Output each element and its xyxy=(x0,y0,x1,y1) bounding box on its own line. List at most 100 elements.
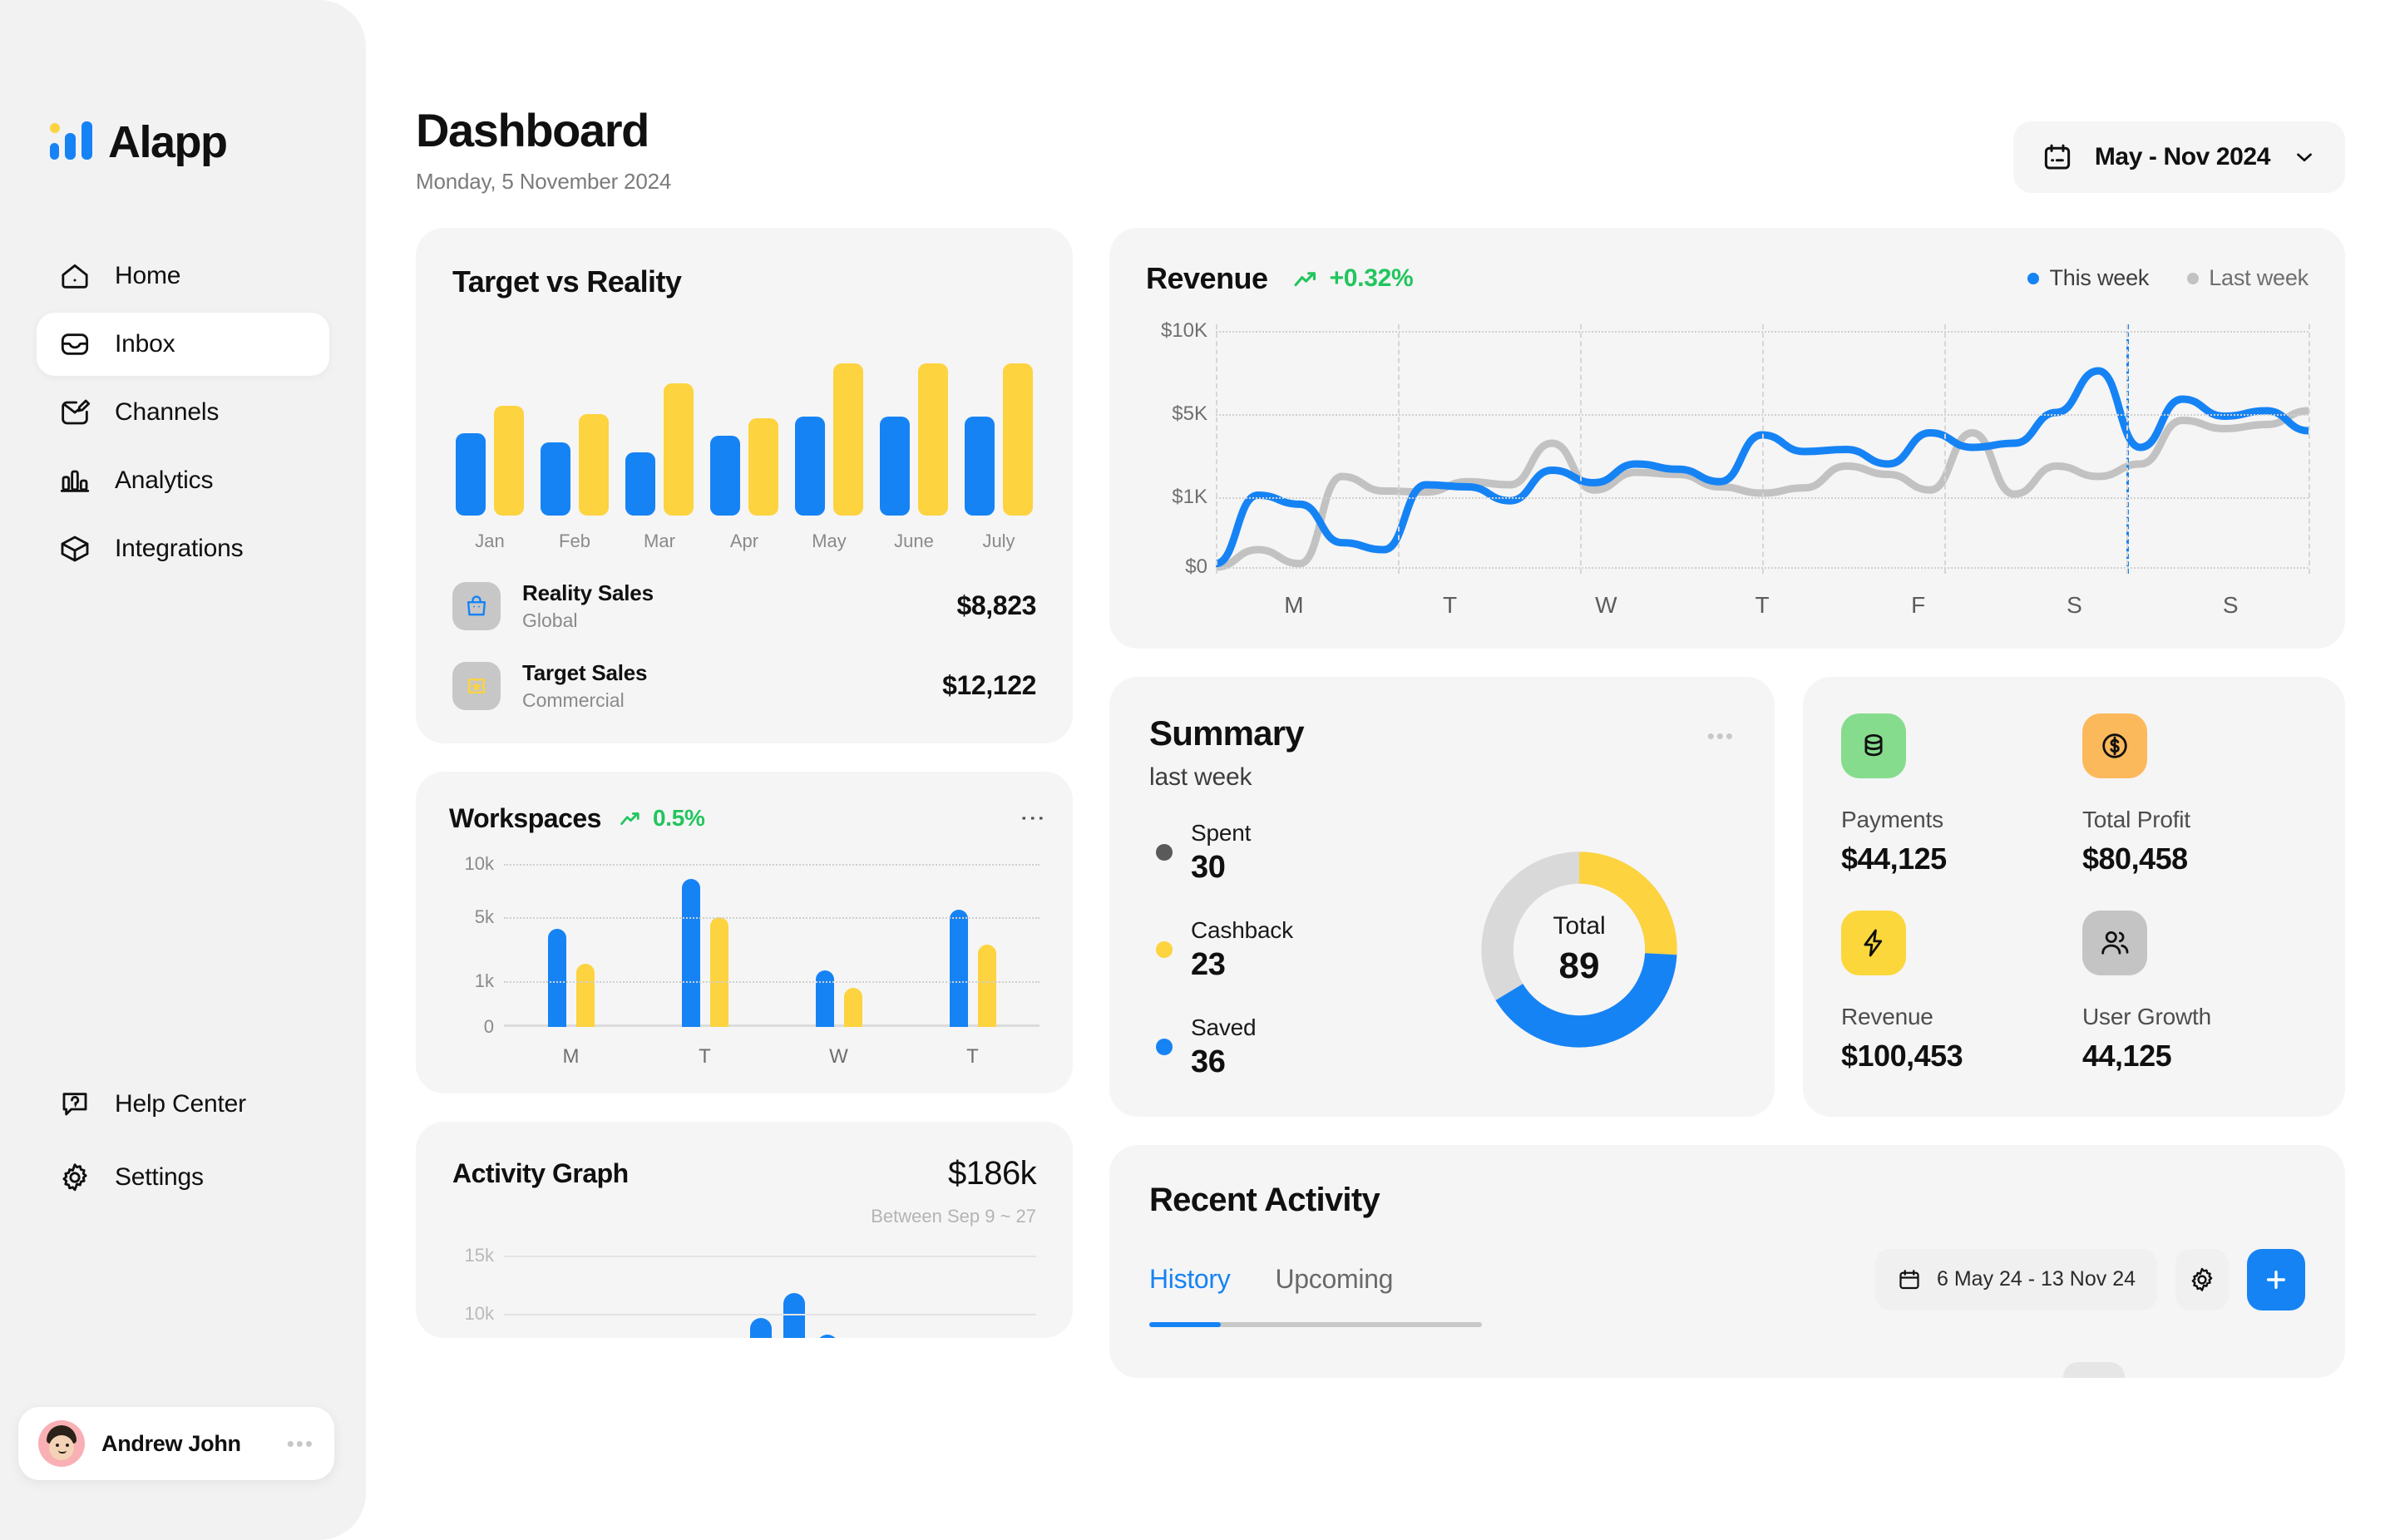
left-column: Target vs Reality Jan Feb Mar Apr May June Jul… xyxy=(416,227,1073,1378)
stat-user-growth[interactable]: User Growth 44,125 xyxy=(2082,911,2307,1080)
help-icon xyxy=(62,1093,87,1116)
table-row[interactable]: Amazon Support Supplies -$10,100.00 xyxy=(1149,1361,2305,1378)
user-card[interactable]: Andrew John ••• xyxy=(18,1407,334,1480)
bar xyxy=(965,417,995,516)
stat-payments[interactable]: Payments $44,125 xyxy=(1841,713,2066,883)
target-vs-reality-card: Target vs Reality Jan Feb Mar Apr May June Jul… xyxy=(416,227,1073,743)
summary-item-value: 30 xyxy=(1191,849,1226,885)
gridline xyxy=(504,1255,1036,1257)
workspaces-header: Workspaces 0.5% ⋮ xyxy=(449,803,1046,834)
workspaces-plot xyxy=(504,863,1039,1027)
attachment-icon[interactable] xyxy=(2063,1361,2126,1378)
target-vs-reality-chart xyxy=(452,349,1036,516)
sidebar-item-home[interactable]: Home xyxy=(37,244,329,308)
tab-upcoming[interactable]: Upcoming xyxy=(1275,1264,1393,1295)
sidebar-item-integrations[interactable]: Integrations xyxy=(37,517,329,580)
bar-group xyxy=(949,910,996,1027)
activity-graph-bars xyxy=(717,1262,983,1338)
workspaces-bars xyxy=(504,864,1039,1027)
sidebar-item-label: Integrations xyxy=(115,535,244,562)
stat-revenue[interactable]: Revenue $100,453 xyxy=(1841,911,2066,1080)
sidebar-nav-bottom: Help Center Settings xyxy=(37,1073,329,1209)
activity-date-range-label: 6 May 24 - 13 Nov 24 xyxy=(1936,1267,2136,1291)
legend-name: Target Sales xyxy=(522,659,648,685)
activity-amount: -$10,100.00 xyxy=(2175,1375,2305,1378)
workspaces-yaxis: 0 1k 5k 10k xyxy=(449,853,501,1037)
gridline xyxy=(504,980,1039,983)
stat-total-profit[interactable]: Total Profit $80,458 xyxy=(2082,713,2307,883)
revenue-card: Revenue +0.32% This week Last week $10K … xyxy=(1109,227,2345,649)
card-title: Target vs Reality xyxy=(452,264,682,299)
card-title: Activity Graph xyxy=(452,1157,629,1188)
axis-tick-label: $10K xyxy=(1160,318,1207,342)
legend-last-week[interactable]: Last week xyxy=(2187,265,2309,291)
activity-date-range[interactable]: 6 May 24 - 13 Nov 24 xyxy=(1874,1248,2157,1310)
gridline xyxy=(1216,323,1217,574)
logo-bars-icon xyxy=(50,120,95,165)
page-heading-block: Dashboard Monday, 5 November 2024 xyxy=(416,106,671,195)
revenue-header: Revenue +0.32% This week Last week xyxy=(1146,261,2309,296)
bar xyxy=(750,1318,772,1338)
card-title: Recent Activity xyxy=(1149,1181,1380,1218)
legend-label: Last week xyxy=(2209,265,2309,291)
main-content: Dashboard Monday, 5 November 2024 May - … xyxy=(366,0,2395,1540)
gridline xyxy=(2126,323,2128,574)
bar xyxy=(918,363,948,516)
tab-history[interactable]: History xyxy=(1149,1264,1231,1295)
date-range-selector[interactable]: May - Nov 2024 xyxy=(2012,121,2345,193)
brand-logo[interactable]: Alapp xyxy=(0,0,366,168)
bar xyxy=(664,383,694,516)
legend-reality-sales: Reality Sales Global $8,823 xyxy=(452,580,1036,632)
axis-tick-label: 5k xyxy=(474,906,494,928)
stat-value: $80,458 xyxy=(2082,841,2188,876)
sidebar-item-channels[interactable]: Channels xyxy=(37,381,329,444)
sidebar-item-label: Inbox xyxy=(115,330,175,358)
bar xyxy=(681,878,700,1027)
revenue-delta-value: +0.32% xyxy=(1329,264,1414,292)
axis-tick-label: Jan xyxy=(475,530,505,551)
workspaces-card: Workspaces 0.5% ⋮ 0 1k 5k 10k M T W T xyxy=(416,771,1073,1093)
sidebar-item-settings[interactable]: Settings xyxy=(37,1146,329,1209)
revenue-delta: +0.32% xyxy=(1291,264,1414,293)
user-menu-icon[interactable]: ••• xyxy=(287,1433,314,1454)
legend-sub: Global xyxy=(522,609,578,631)
calendar-icon xyxy=(1899,1269,1919,1289)
analytics-icon xyxy=(60,470,90,492)
axis-tick-label: Feb xyxy=(559,530,590,551)
legend-this-week[interactable]: This week xyxy=(2027,265,2149,291)
avatar xyxy=(38,1420,85,1467)
brand-name: Alapp xyxy=(108,117,228,167)
bar-group xyxy=(681,878,728,1027)
workspaces-menu-icon[interactable]: ⋮ xyxy=(1019,806,1046,832)
add-activity-button[interactable] xyxy=(2247,1248,2305,1310)
bar xyxy=(817,1334,838,1338)
bar xyxy=(456,433,486,516)
axis-tick-label: W xyxy=(829,1044,848,1068)
bar xyxy=(625,452,655,516)
activity-settings-button[interactable] xyxy=(2175,1248,2229,1310)
sidebar-item-inbox[interactable]: Inbox xyxy=(37,313,329,376)
revenue-plot xyxy=(1216,323,2310,574)
summary-stats-row: Summary last week ••• Spent 30 Cashback 23 S… xyxy=(1109,676,2345,1117)
trend-up-icon xyxy=(620,812,639,826)
bar xyxy=(541,442,570,516)
summary-item-block: Saved 36 xyxy=(1191,1014,1257,1080)
bar xyxy=(949,910,968,1027)
summary-menu-icon[interactable]: ••• xyxy=(1707,725,1735,747)
axis-tick-label: $0 xyxy=(1185,555,1207,578)
calendar-icon xyxy=(2044,144,2070,170)
sidebar-item-analytics[interactable]: Analytics xyxy=(37,449,329,512)
activity-graph-range: Between Sep 9 ~ 27 xyxy=(871,1205,1036,1227)
bar-group xyxy=(710,417,778,516)
revenue-yaxis: $10K $5K $1K $0 xyxy=(1146,319,1216,578)
coins-icon xyxy=(1841,713,1906,778)
sidebar: Alapp Home Inbox Channels Analytics Inte… xyxy=(0,0,366,1540)
chevron-down-icon xyxy=(2297,153,2312,162)
stat-value: 44,125 xyxy=(2082,1039,2172,1074)
summary-donut-chart: Total 89 xyxy=(1424,842,1735,1058)
axis-tick-label: W xyxy=(1595,591,1617,618)
legend-dot xyxy=(1156,941,1173,959)
target-vs-reality-xaxis: Jan Feb Mar Apr May June July xyxy=(452,531,1036,552)
sidebar-item-help-center[interactable]: Help Center xyxy=(37,1073,329,1136)
stat-label: Total Profit xyxy=(2082,806,2190,832)
